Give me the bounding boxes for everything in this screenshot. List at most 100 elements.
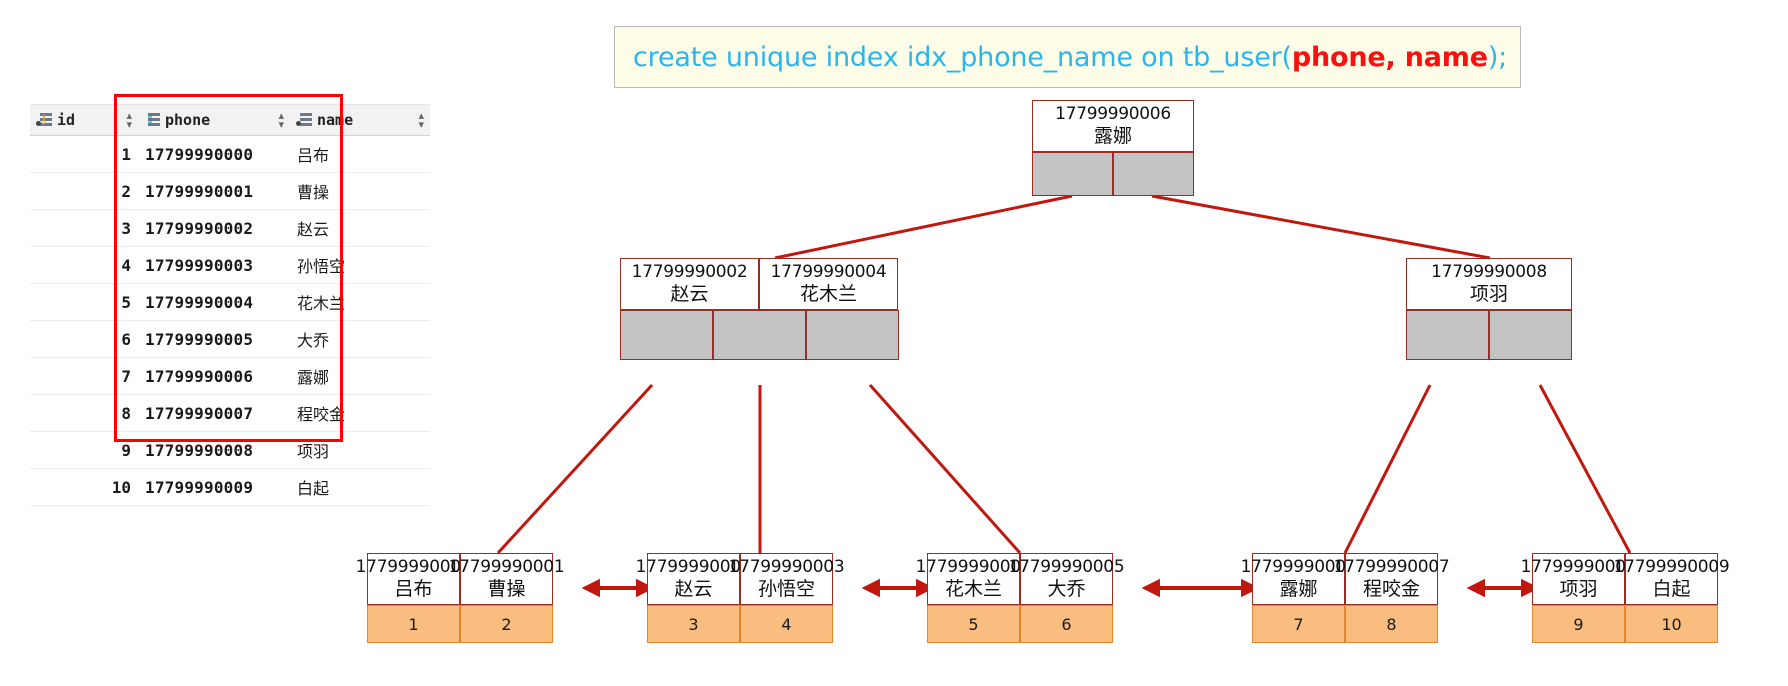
cell-phone: 17799990003: [138, 246, 290, 284]
cell-id: 9: [30, 431, 138, 469]
table-row[interactable]: 7 17799990006 露娜: [30, 357, 430, 395]
cell-name: 白起: [290, 468, 430, 506]
column-header-name[interactable]: name ▴ ▾: [290, 104, 430, 136]
internal-left-pointer-cell: [620, 310, 713, 360]
key-phone: 17799990001: [448, 557, 565, 577]
tree-root-node: 17799990006 露娜: [1032, 100, 1194, 196]
key-name: 大乔: [1047, 578, 1086, 600]
cell-id: 2: [30, 172, 138, 210]
leaf-key-cell: 17799990007 程咬金: [1334, 553, 1450, 605]
internal-right-pointer-cell: [1406, 310, 1489, 360]
cell-phone: 17799990008: [138, 431, 290, 469]
tree-leaf-node: 17799990000 吕布 17799990001 曹操 1 2: [356, 553, 565, 643]
leaf-data-cell: 1: [367, 605, 460, 643]
leaf-data-cell: 7: [1252, 605, 1345, 643]
table-row[interactable]: 3 17799990002 赵云: [30, 209, 430, 247]
column-header-phone-label: phone: [165, 111, 211, 129]
internal-left-key-cell: 17799990004 花木兰: [759, 258, 898, 310]
table-row[interactable]: 6 17799990005 大乔: [30, 320, 430, 358]
leaf-data-cell: 3: [647, 605, 740, 643]
key-name: 花木兰: [944, 578, 1002, 600]
cell-id: 10: [30, 468, 138, 506]
cell-phone: 17799990006: [138, 357, 290, 395]
internal-left-pointer-cell: [713, 310, 806, 360]
column-header-id[interactable]: ⚷ id ▴ ▾: [30, 104, 138, 136]
cell-phone: 17799990007: [138, 394, 290, 432]
sort-arrows-icon-id[interactable]: ▴ ▾: [126, 110, 132, 130]
leaf-data-cell: 2: [460, 605, 553, 643]
leaf-key-cell: 17799990000 吕布: [356, 553, 472, 605]
cell-name: 花木兰: [290, 283, 430, 321]
cell-phone: 17799990005: [138, 320, 290, 358]
root-pointer-cell: [1113, 152, 1194, 196]
cell-phone: 17799990000: [138, 135, 290, 173]
internal-right-key-cell: 17799990008 项羽: [1406, 258, 1572, 310]
key-name: 项羽: [1469, 283, 1508, 305]
cell-phone: 17799990009: [138, 468, 290, 506]
leaf-data-cell: 8: [1345, 605, 1438, 643]
leaf-key-cell: 17799990006 露娜: [1241, 553, 1357, 605]
table-row[interactable]: 10 17799990009 白起: [30, 468, 430, 506]
sql-prefix: create unique index idx_phone_name on tb…: [633, 41, 1292, 73]
cell-phone: 17799990004: [138, 283, 290, 321]
root-pointer-cell: [1032, 152, 1113, 196]
key-phone: 17799990002: [631, 262, 748, 282]
key-phone: 17799990004: [770, 262, 887, 282]
sort-arrows-icon-name[interactable]: ▴ ▾: [418, 110, 424, 130]
indexed-column-icon: [144, 113, 160, 127]
cell-name: 项羽: [290, 431, 430, 469]
cell-phone: 17799990002: [138, 209, 290, 247]
cell-name: 赵云: [290, 209, 430, 247]
key-name: 赵云: [674, 578, 713, 600]
cell-name: 大乔: [290, 320, 430, 358]
key-phone: 17799990008: [1431, 262, 1547, 282]
table-row[interactable]: 1 17799990000 吕布: [30, 135, 430, 173]
key-phone: 17799990003: [728, 557, 845, 577]
key-name: 吕布: [394, 578, 433, 600]
cell-name: 孙悟空: [290, 246, 430, 284]
table-row[interactable]: 4 17799990003 孙悟空: [30, 246, 430, 284]
key-name: 露娜: [1093, 125, 1132, 147]
internal-left-pointer-cell: [806, 310, 899, 360]
leaf-key-cell: 17799990002 赵云: [636, 553, 752, 605]
tree-leaf-node: 17799990002 赵云 17799990003 孙悟空 3 4: [636, 553, 845, 643]
cell-id: 3: [30, 209, 138, 247]
cell-id: 6: [30, 320, 138, 358]
leaf-key-cell: 17799990001 曹操: [449, 553, 565, 605]
leaf-data-cell: 4: [740, 605, 833, 643]
cell-id: 7: [30, 357, 138, 395]
column-header-id-label: id: [57, 111, 76, 129]
cell-name: 吕布: [290, 135, 430, 173]
leaf-key-cell: 17799990003 孙悟空: [729, 553, 845, 605]
column-icon: [296, 113, 312, 127]
tree-leaf-node: 17799990008 项羽 17799990009 白起 9 10: [1521, 553, 1730, 643]
sql-statement-text: create unique index idx_phone_name on tb…: [633, 42, 1507, 73]
key-phone: 17799990006: [1055, 104, 1171, 124]
sort-arrows-icon-phone[interactable]: ▴ ▾: [278, 110, 284, 130]
table-header-row: ⚷ id ▴ ▾ phone ▴ ▾ name ▴ ▾: [30, 104, 430, 136]
column-header-phone[interactable]: phone ▴ ▾: [138, 104, 290, 136]
key-name: 花木兰: [799, 283, 857, 305]
column-header-name-label: name: [317, 111, 354, 129]
table-row[interactable]: 8 17799990007 程咬金: [30, 394, 430, 432]
cell-id: 5: [30, 283, 138, 321]
leaf-key-cell: 17799990005 大乔: [1009, 553, 1125, 605]
table-row[interactable]: 9 17799990008 项羽: [30, 431, 430, 469]
leaf-data-cell: 9: [1532, 605, 1625, 643]
key-name: 程咬金: [1362, 578, 1420, 600]
key-name: 赵云: [670, 283, 709, 305]
internal-left-key-cell: 17799990002 赵云: [620, 258, 759, 310]
root-key-cell: 17799990006 露娜: [1032, 100, 1194, 152]
internal-right-pointer-cell: [1489, 310, 1572, 360]
cell-id: 4: [30, 246, 138, 284]
key-name: 孙悟空: [757, 578, 815, 600]
table-row[interactable]: 5 17799990004 花木兰: [30, 283, 430, 321]
table-row[interactable]: 2 17799990001 曹操: [30, 172, 430, 210]
key-phone: 17799990005: [1008, 557, 1125, 577]
key-name: 曹操: [487, 578, 526, 600]
leaf-data-cell: 10: [1625, 605, 1718, 643]
leaf-data-cell: 6: [1020, 605, 1113, 643]
cell-name: 程咬金: [290, 394, 430, 432]
cell-id: 8: [30, 394, 138, 432]
leaf-key-cell: 17799990008 项羽: [1521, 553, 1637, 605]
